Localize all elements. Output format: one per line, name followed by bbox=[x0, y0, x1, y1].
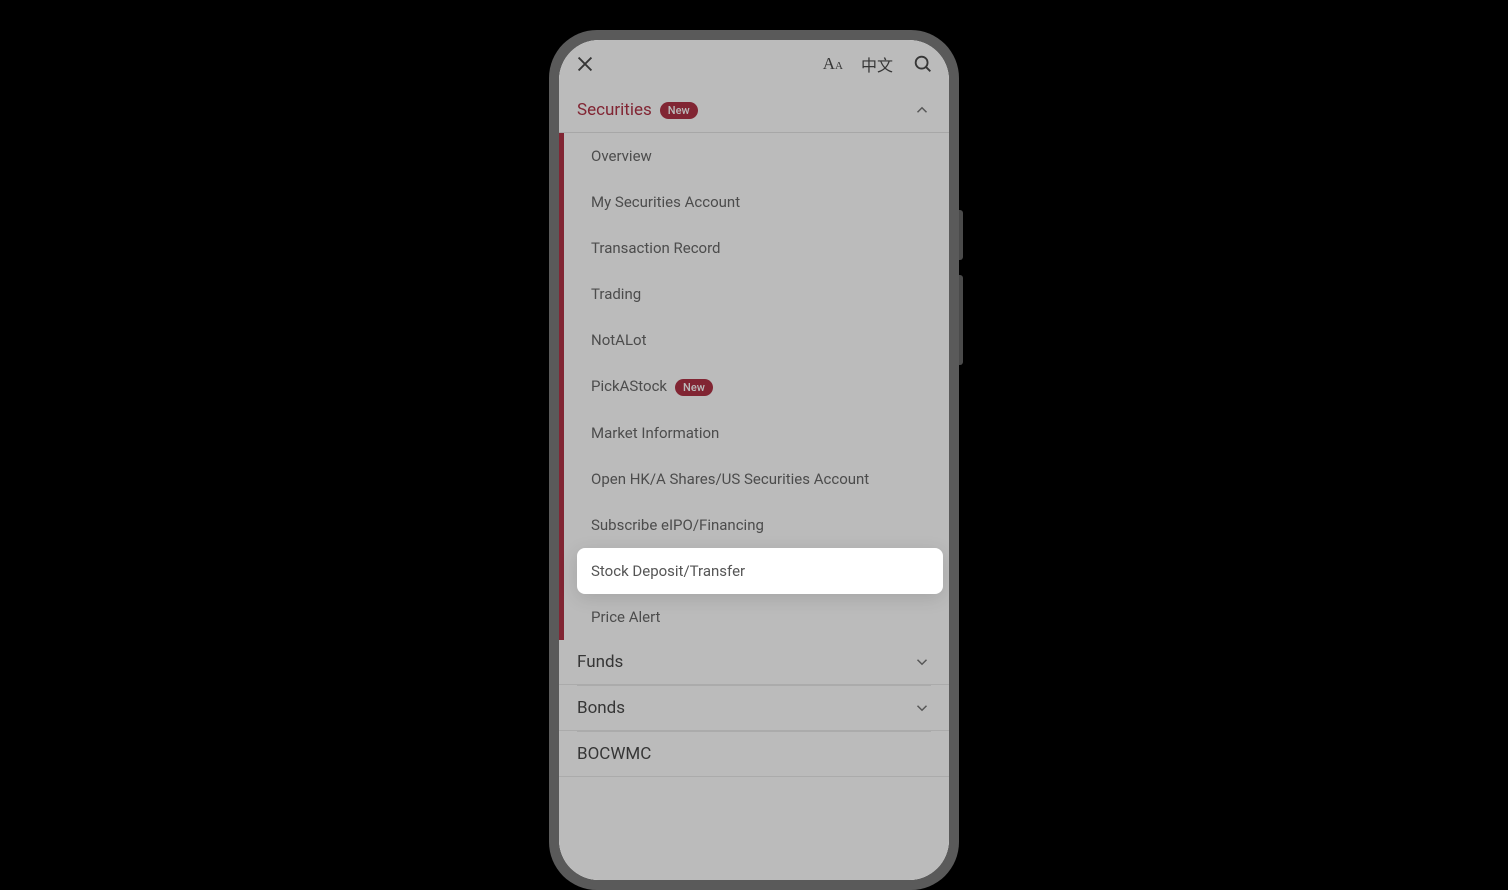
submenu-item-label: Trading bbox=[591, 285, 641, 303]
section-header-bonds[interactable]: Bonds bbox=[559, 686, 949, 731]
chevron-down-icon bbox=[913, 699, 931, 717]
submenu-item-label: Subscribe eIPO/Financing bbox=[591, 516, 764, 534]
menu-drawer: AA 中文 Securities New Overview My Securiti… bbox=[559, 40, 949, 880]
phone-side-button bbox=[959, 210, 963, 260]
submenu-item-label: Price Alert bbox=[591, 608, 660, 626]
submenu-item-label: Market Information bbox=[591, 424, 719, 442]
submenu-item[interactable]: Trading bbox=[559, 271, 949, 317]
submenu-item-label: Open HK/A Shares/US Securities Account bbox=[591, 470, 869, 488]
section-header-securities[interactable]: Securities New bbox=[559, 88, 949, 132]
language-toggle[interactable]: 中文 bbox=[861, 52, 893, 76]
phone-frame: AA 中文 Securities New Overview My Securiti… bbox=[549, 30, 959, 890]
section-label: Bonds bbox=[577, 698, 625, 718]
submenu-item[interactable]: NotALot bbox=[559, 317, 949, 363]
submenu-item[interactable]: Open HK/A Shares/US Securities Account bbox=[559, 456, 949, 502]
submenu-item-label: NotALot bbox=[591, 331, 647, 349]
search-icon[interactable] bbox=[911, 52, 935, 76]
submenu-item-label: PickAStock bbox=[591, 377, 667, 395]
section-header-funds[interactable]: Funds bbox=[559, 640, 949, 685]
submenu-item-label: Overview bbox=[591, 147, 652, 165]
chevron-down-icon bbox=[913, 653, 931, 671]
submenu-item[interactable]: My Securities Account bbox=[559, 179, 949, 225]
new-badge: New bbox=[660, 102, 698, 119]
submenu-item[interactable]: Overview bbox=[559, 133, 949, 179]
section-label: BOCWMC bbox=[577, 744, 651, 764]
new-badge: New bbox=[675, 379, 713, 396]
chevron-up-icon bbox=[913, 101, 931, 119]
securities-submenu: Overview My Securities Account Transaction… bbox=[559, 132, 949, 640]
font-size-icon[interactable]: AA bbox=[823, 54, 843, 74]
submenu-item[interactable]: Stock Deposit/Transfer bbox=[577, 548, 943, 594]
submenu-item[interactable]: PickAStock New bbox=[559, 363, 949, 410]
close-icon[interactable] bbox=[573, 52, 597, 76]
submenu-item-label: Stock Deposit/Transfer bbox=[591, 562, 745, 580]
submenu-item[interactable]: Subscribe eIPO/Financing bbox=[559, 502, 949, 548]
submenu-item[interactable]: Market Information bbox=[559, 410, 949, 456]
top-bar: AA 中文 bbox=[559, 40, 949, 88]
submenu-item-label: Transaction Record bbox=[591, 239, 721, 257]
submenu-item[interactable]: Transaction Record bbox=[559, 225, 949, 271]
section-label: Funds bbox=[577, 652, 623, 672]
phone-side-button bbox=[959, 275, 963, 365]
submenu-item-label: My Securities Account bbox=[591, 193, 740, 211]
section-label: Securities bbox=[577, 100, 652, 120]
phone-screen: AA 中文 Securities New Overview My Securiti… bbox=[559, 40, 949, 880]
submenu-item[interactable]: Price Alert bbox=[559, 594, 949, 640]
section-header-bocwmc[interactable]: BOCWMC bbox=[559, 732, 949, 777]
